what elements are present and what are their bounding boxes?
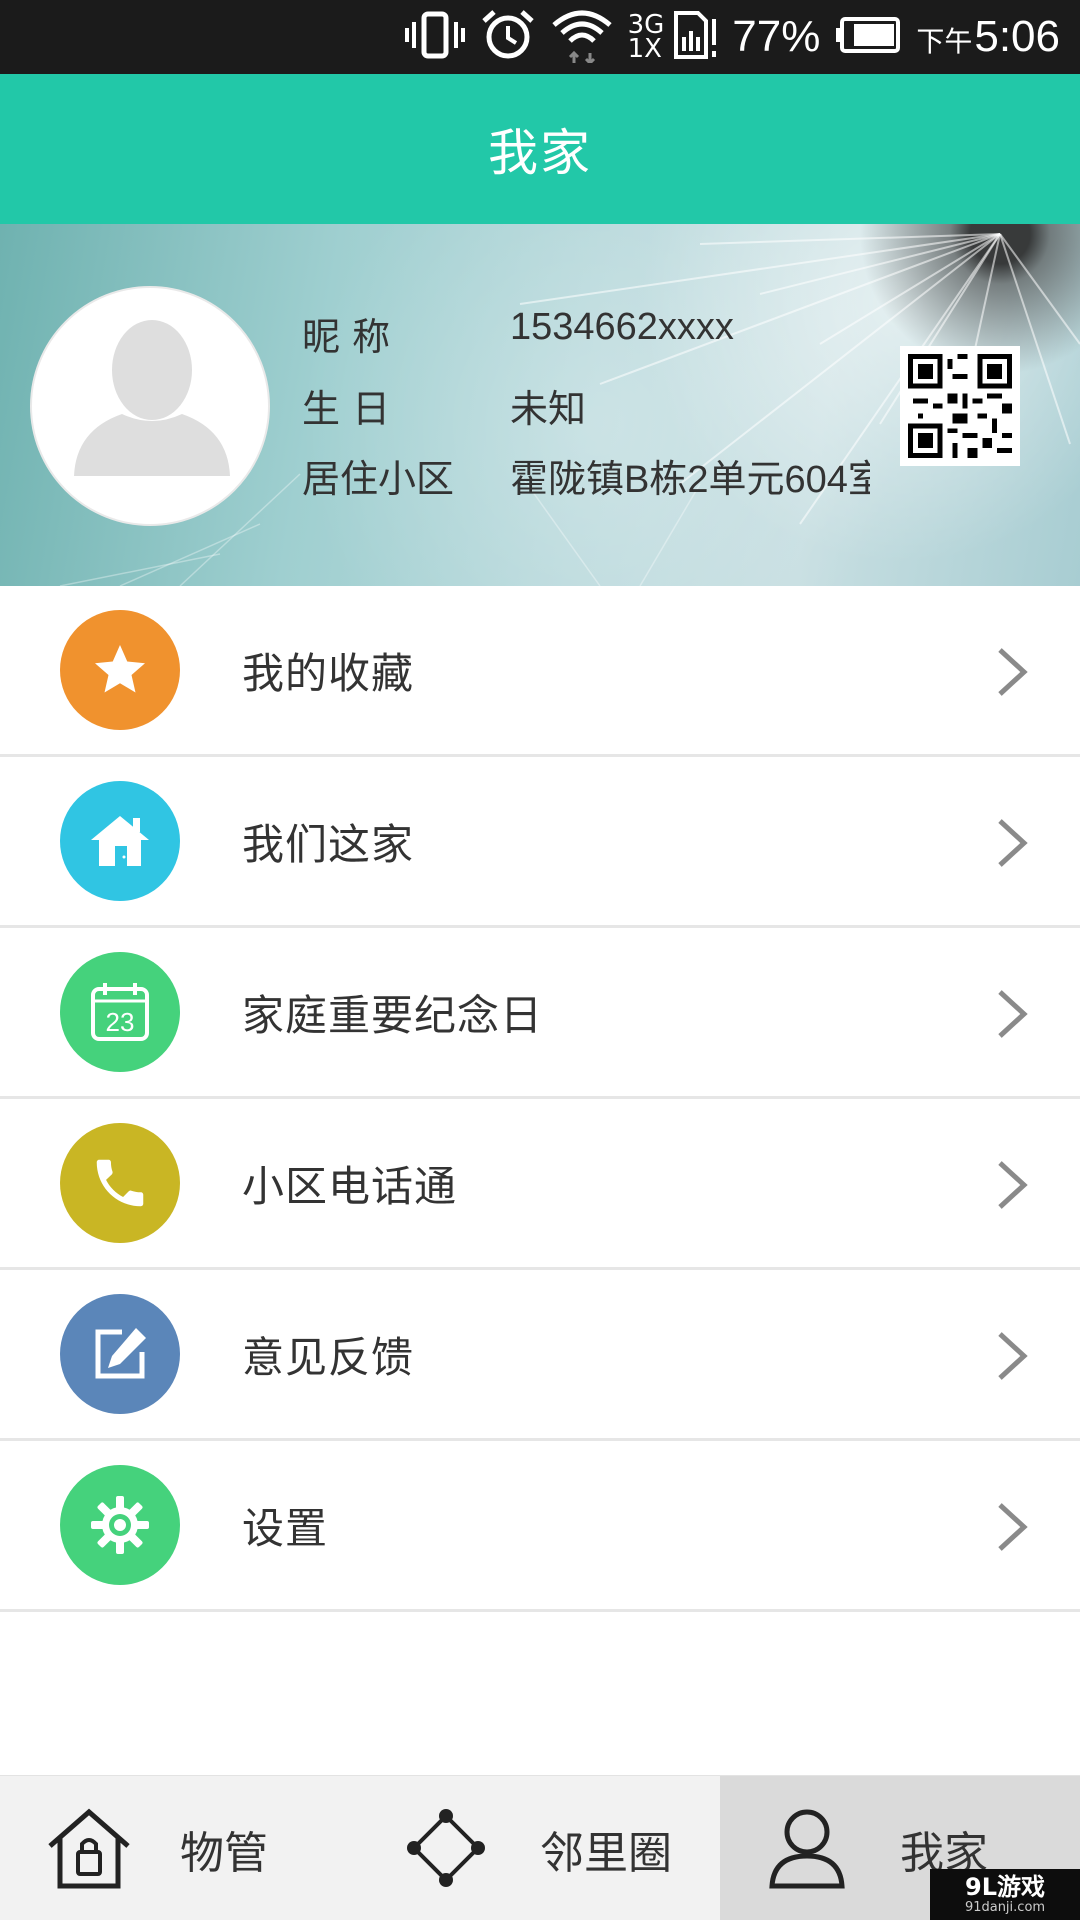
nav-tab-neighbors[interactable]: 邻里圈 bbox=[360, 1776, 720, 1920]
menu-item-our-family[interactable]: 我们这家 bbox=[0, 757, 1080, 928]
community-value: 霍陇镇B栋2单元604室 bbox=[510, 459, 870, 501]
battery-percent: 77% bbox=[732, 12, 821, 61]
alarm-icon bbox=[480, 7, 536, 67]
menu-item-label: 小区电话通 bbox=[242, 1161, 458, 1211]
house-icon bbox=[60, 781, 180, 901]
edit-icon bbox=[60, 1294, 180, 1414]
default-avatar-icon bbox=[74, 320, 230, 476]
chevron-right-icon bbox=[998, 990, 1028, 1038]
menu-item-settings[interactable]: 设置 bbox=[0, 1441, 1080, 1612]
star-icon bbox=[60, 610, 180, 730]
chevron-right-icon bbox=[998, 1332, 1028, 1380]
birthday-label: 生 日 bbox=[302, 387, 391, 431]
profile-banner: 昵 称 1534662xxxx 生 日 未知 居住小区 霍陇镇B栋2单元604室 bbox=[0, 224, 1080, 586]
nav-tab-label: 物管 bbox=[180, 1827, 268, 1879]
app-header: 我家 bbox=[0, 74, 1080, 224]
calendar-icon: 23 bbox=[60, 952, 180, 1072]
nav-tab-my-home[interactable]: 我家 9L游戏 91danji.com bbox=[720, 1776, 1080, 1920]
gear-icon bbox=[60, 1465, 180, 1585]
menu-item-label: 设置 bbox=[242, 1503, 329, 1553]
wifi-icon bbox=[550, 7, 614, 67]
menu-item-phone-directory[interactable]: 小区电话通 bbox=[0, 1099, 1080, 1270]
avatar[interactable] bbox=[30, 286, 270, 526]
nickname-label: 昵 称 bbox=[302, 315, 391, 359]
status-bar: 3G 1X 77% 下午 5:06 bbox=[0, 0, 1080, 74]
menu-item-feedback[interactable]: 意见反馈 bbox=[0, 1270, 1080, 1441]
menu-item-anniversaries[interactable]: 23 家庭重要纪念日 bbox=[0, 928, 1080, 1099]
vibrate-icon bbox=[404, 10, 466, 64]
nav-tab-property[interactable]: 物管 bbox=[0, 1776, 360, 1920]
watermark-logo: 9L游戏 91danji.com bbox=[930, 1869, 1080, 1920]
phone-icon bbox=[60, 1123, 180, 1243]
community-label: 居住小区 bbox=[302, 457, 455, 501]
page-title: 我家 bbox=[488, 124, 592, 182]
nav-tab-label: 邻里圈 bbox=[540, 1827, 672, 1879]
calendar-day-text: 23 bbox=[106, 1007, 135, 1037]
menu-item-label: 家庭重要纪念日 bbox=[242, 990, 544, 1040]
neighbor-icon bbox=[407, 1809, 485, 1887]
community-row: 居住小区 霍陇镇B栋2单元604室 bbox=[302, 448, 870, 503]
clock-time: 5:06 bbox=[974, 12, 1060, 61]
qr-code-icon bbox=[908, 354, 1012, 458]
time-period: 下午 bbox=[916, 25, 973, 58]
menu-item-label: 我的收藏 bbox=[242, 648, 415, 698]
nickname-row: 昵 称 1534662xxxx bbox=[302, 306, 870, 361]
menu-item-label: 意见反馈 bbox=[242, 1332, 415, 1382]
chevron-right-icon bbox=[998, 1161, 1028, 1209]
menu-list: 我的收藏 我们这家 23 家庭重要纪念日 小区电话通 意见反馈 设置 bbox=[0, 586, 1080, 1612]
nickname-value: 1534662xxxx bbox=[510, 306, 734, 348]
person-icon bbox=[769, 1809, 845, 1889]
menu-item-favorites[interactable]: 我的收藏 bbox=[0, 586, 1080, 757]
menu-item-label: 我们这家 bbox=[242, 819, 415, 869]
property-icon bbox=[48, 1808, 130, 1889]
birthday-value: 未知 bbox=[510, 389, 587, 431]
birthday-row: 生 日 未知 bbox=[302, 378, 870, 433]
bottom-nav: 物管 邻里圈 我家 9L游戏 91danji.com bbox=[0, 1775, 1080, 1920]
chevron-right-icon bbox=[998, 819, 1028, 867]
sim-icon bbox=[672, 9, 718, 65]
qr-code[interactable] bbox=[900, 346, 1020, 466]
chevron-right-icon bbox=[998, 1503, 1028, 1551]
battery-icon bbox=[834, 15, 902, 59]
signal-icon: 3G 1X bbox=[627, 10, 665, 64]
chevron-right-icon bbox=[998, 648, 1028, 696]
